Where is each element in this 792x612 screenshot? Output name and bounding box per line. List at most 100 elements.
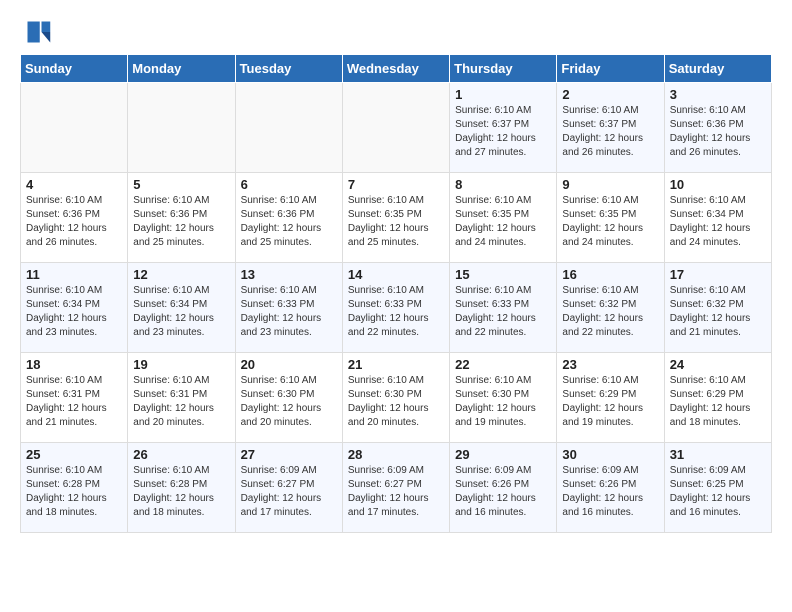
day-info: Sunrise: 6:10 AM Sunset: 6:35 PM Dayligh… [348, 194, 444, 250]
calendar-cell: 21 Sunrise: 6:10 AM Sunset: 6:30 PM Dayli… [342, 353, 449, 443]
calendar-cell: 5 Sunrise: 6:10 AM Sunset: 6:36 PM Daylig… [128, 173, 235, 263]
day-header-wednesday: Wednesday [342, 55, 449, 83]
day-info: Sunrise: 6:10 AM Sunset: 6:33 PM Dayligh… [455, 284, 551, 340]
day-info: Sunrise: 6:10 AM Sunset: 6:29 PM Dayligh… [670, 374, 766, 430]
day-number: 29 [455, 447, 551, 462]
day-number: 7 [348, 177, 444, 192]
day-number: 13 [241, 267, 337, 282]
day-number: 10 [670, 177, 766, 192]
day-info: Sunrise: 6:10 AM Sunset: 6:30 PM Dayligh… [455, 374, 551, 430]
calendar-cell: 12 Sunrise: 6:10 AM Sunset: 6:34 PM Dayli… [128, 263, 235, 353]
day-number: 23 [562, 357, 658, 372]
day-number: 5 [133, 177, 229, 192]
calendar-cell: 6Sunrise: 6:10 AM Sunset: 6:36 PM Daylig… [235, 173, 342, 263]
day-info: Sunrise: 6:09 AM Sunset: 6:26 PM Dayligh… [562, 464, 658, 520]
day-number: 11 [26, 267, 122, 282]
calendar-cell: 1Sunrise: 6:10 AM Sunset: 6:37 PM Daylig… [450, 83, 557, 173]
day-info: Sunrise: 6:10 AM Sunset: 6:35 PM Dayligh… [562, 194, 658, 250]
calendar-week-5: 25 Sunrise: 6:10 AM Sunset: 6:28 PM Dayli… [21, 443, 772, 533]
day-header-monday: Monday [128, 55, 235, 83]
day-number: 9 [562, 177, 658, 192]
day-info: Sunrise: 6:10 AM Sunset: 6:31 PM Dayligh… [26, 374, 122, 430]
day-number: 31 [670, 447, 766, 462]
calendar-cell: 27 Sunrise: 6:09 AM Sunset: 6:27 PM Dayli… [235, 443, 342, 533]
day-header-friday: Friday [557, 55, 664, 83]
day-info: Sunrise: 6:10 AM Sunset: 6:31 PM Dayligh… [133, 374, 229, 430]
calendar-cell: 19Sunrise: 6:10 AM Sunset: 6:31 PM Dayli… [128, 353, 235, 443]
calendar-cell: 8 Sunrise: 6:10 AM Sunset: 6:35 PM Daylig… [450, 173, 557, 263]
day-number: 30 [562, 447, 658, 462]
day-header-tuesday: Tuesday [235, 55, 342, 83]
calendar-cell [21, 83, 128, 173]
calendar-cell: 9 Sunrise: 6:10 AM Sunset: 6:35 PM Daylig… [557, 173, 664, 263]
day-info: Sunrise: 6:10 AM Sunset: 6:36 PM Dayligh… [133, 194, 229, 250]
calendar-week-2: 4 Sunrise: 6:10 AM Sunset: 6:36 PM Daylig… [21, 173, 772, 263]
day-number: 21 [348, 357, 444, 372]
calendar-cell: 13 Sunrise: 6:10 AM Sunset: 6:33 PM Dayli… [235, 263, 342, 353]
page-header [0, 0, 792, 54]
day-number: 12 [133, 267, 229, 282]
day-number: 17 [670, 267, 766, 282]
day-number: 15 [455, 267, 551, 282]
calendar-table: SundayMondayTuesdayWednesdayThursdayFrid… [20, 54, 772, 533]
calendar-cell: 24 Sunrise: 6:10 AM Sunset: 6:29 PM Dayli… [664, 353, 771, 443]
calendar-cell: 29 Sunrise: 6:09 AM Sunset: 6:26 PM Dayli… [450, 443, 557, 533]
day-number: 26 [133, 447, 229, 462]
calendar-cell: 30 Sunrise: 6:09 AM Sunset: 6:26 PM Dayli… [557, 443, 664, 533]
calendar-cell: 25 Sunrise: 6:10 AM Sunset: 6:28 PM Dayli… [21, 443, 128, 533]
calendar-cell: 28 Sunrise: 6:09 AM Sunset: 6:27 PM Dayli… [342, 443, 449, 533]
day-info: Sunrise: 6:10 AM Sunset: 6:28 PM Dayligh… [26, 464, 122, 520]
day-info: Sunrise: 6:10 AM Sunset: 6:36 PM Dayligh… [241, 194, 337, 250]
day-info: Sunrise: 6:10 AM Sunset: 6:33 PM Dayligh… [241, 284, 337, 340]
calendar-header-row: SundayMondayTuesdayWednesdayThursdayFrid… [21, 55, 772, 83]
day-info: Sunrise: 6:10 AM Sunset: 6:34 PM Dayligh… [133, 284, 229, 340]
day-number: 24 [670, 357, 766, 372]
calendar-cell: 18 Sunrise: 6:10 AM Sunset: 6:31 PM Dayli… [21, 353, 128, 443]
day-header-thursday: Thursday [450, 55, 557, 83]
logo [24, 18, 56, 46]
calendar-cell: 15 Sunrise: 6:10 AM Sunset: 6:33 PM Dayli… [450, 263, 557, 353]
day-number: 25 [26, 447, 122, 462]
calendar-cell: 22Sunrise: 6:10 AM Sunset: 6:30 PM Dayli… [450, 353, 557, 443]
day-info: Sunrise: 6:09 AM Sunset: 6:27 PM Dayligh… [241, 464, 337, 520]
day-info: Sunrise: 6:09 AM Sunset: 6:25 PM Dayligh… [670, 464, 766, 520]
calendar-cell [235, 83, 342, 173]
calendar-cell: 11Sunrise: 6:10 AM Sunset: 6:34 PM Dayli… [21, 263, 128, 353]
calendar-wrapper: SundayMondayTuesdayWednesdayThursdayFrid… [0, 54, 792, 543]
calendar-cell: 16 Sunrise: 6:10 AM Sunset: 6:32 PM Dayli… [557, 263, 664, 353]
day-info: Sunrise: 6:10 AM Sunset: 6:30 PM Dayligh… [241, 374, 337, 430]
day-number: 2 [562, 87, 658, 102]
day-info: Sunrise: 6:10 AM Sunset: 6:37 PM Dayligh… [455, 104, 551, 160]
day-info: Sunrise: 6:10 AM Sunset: 6:30 PM Dayligh… [348, 374, 444, 430]
calendar-cell: 14Sunrise: 6:10 AM Sunset: 6:33 PM Dayli… [342, 263, 449, 353]
day-info: Sunrise: 6:10 AM Sunset: 6:32 PM Dayligh… [670, 284, 766, 340]
day-number: 16 [562, 267, 658, 282]
day-header-sunday: Sunday [21, 55, 128, 83]
calendar-cell: 7 Sunrise: 6:10 AM Sunset: 6:35 PM Daylig… [342, 173, 449, 263]
day-number: 4 [26, 177, 122, 192]
day-number: 8 [455, 177, 551, 192]
day-info: Sunrise: 6:09 AM Sunset: 6:27 PM Dayligh… [348, 464, 444, 520]
day-number: 18 [26, 357, 122, 372]
day-info: Sunrise: 6:09 AM Sunset: 6:26 PM Dayligh… [455, 464, 551, 520]
day-info: Sunrise: 6:10 AM Sunset: 6:32 PM Dayligh… [562, 284, 658, 340]
day-info: Sunrise: 6:10 AM Sunset: 6:36 PM Dayligh… [26, 194, 122, 250]
calendar-cell: 4 Sunrise: 6:10 AM Sunset: 6:36 PM Daylig… [21, 173, 128, 263]
day-info: Sunrise: 6:10 AM Sunset: 6:28 PM Dayligh… [133, 464, 229, 520]
calendar-cell: 10Sunrise: 6:10 AM Sunset: 6:34 PM Dayli… [664, 173, 771, 263]
calendar-cell [128, 83, 235, 173]
day-number: 20 [241, 357, 337, 372]
calendar-cell: 26 Sunrise: 6:10 AM Sunset: 6:28 PM Dayli… [128, 443, 235, 533]
day-info: Sunrise: 6:10 AM Sunset: 6:35 PM Dayligh… [455, 194, 551, 250]
calendar-week-3: 11 Sunrise: 6:10 AM Sunset: 6:34 PM Dayli… [21, 263, 772, 353]
day-header-saturday: Saturday [664, 55, 771, 83]
logo-icon [24, 18, 52, 46]
day-info: Sunrise: 6:10 AM Sunset: 6:29 PM Dayligh… [562, 374, 658, 430]
calendar-week-1: 1Sunrise: 6:10 AM Sunset: 6:37 PM Daylig… [21, 83, 772, 173]
day-number: 28 [348, 447, 444, 462]
day-number: 14 [348, 267, 444, 282]
day-number: 27 [241, 447, 337, 462]
calendar-cell: 3Sunrise: 6:10 AM Sunset: 6:36 PM Daylig… [664, 83, 771, 173]
calendar-cell: 23 Sunrise: 6:10 AM Sunset: 6:29 PM Dayli… [557, 353, 664, 443]
calendar-cell: 2Sunrise: 6:10 AM Sunset: 6:37 PM Daylig… [557, 83, 664, 173]
